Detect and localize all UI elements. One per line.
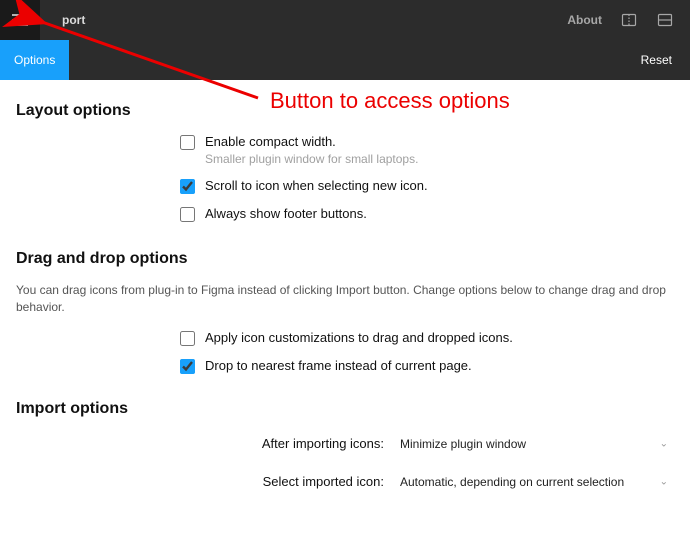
option-scroll-to-icon: Scroll to icon when selecting new icon. [16, 178, 674, 194]
option-label: Enable compact width. [205, 134, 418, 149]
select-label: Select imported icon: [16, 474, 396, 489]
hamburger-button[interactable] [0, 0, 40, 40]
layout-split-icon [621, 12, 637, 28]
content-area: Layout options Enable compact width. Sma… [0, 102, 690, 494]
section-title-import: Import options [16, 400, 674, 418]
checkbox-drop-nearest-frame[interactable] [180, 359, 195, 374]
select-row-after-import: After importing icons: Minimize plugin w… [16, 432, 674, 456]
option-drop-nearest-frame: Drop to nearest frame instead of current… [16, 358, 674, 374]
option-label: Always show footer buttons. [205, 206, 367, 221]
options-tab[interactable]: Options [0, 40, 69, 80]
compact-toggle-button[interactable] [656, 11, 674, 29]
layout-toggle-button[interactable] [620, 11, 638, 29]
select-after-import[interactable]: Minimize plugin window [396, 432, 674, 456]
hamburger-icon [12, 13, 28, 27]
checkbox-apply-customizations[interactable] [180, 331, 195, 346]
option-sublabel: Smaller plugin window for small laptops. [205, 152, 418, 166]
option-label: Scroll to icon when selecting new icon. [205, 178, 428, 193]
option-label: Apply icon customizations to drag and dr… [205, 330, 513, 345]
option-footer-buttons: Always show footer buttons. [16, 206, 674, 222]
section-title-layout: Layout options [16, 102, 674, 120]
option-label: Drop to nearest frame instead of current… [205, 358, 472, 373]
top-bar: port About [0, 0, 690, 40]
about-link[interactable]: About [567, 13, 602, 27]
layout-compact-icon [657, 12, 673, 28]
section-desc-drag: You can drag icons from plug-in to Figma… [16, 282, 674, 316]
select-label: After importing icons: [16, 436, 396, 451]
option-compact-width: Enable compact width. Smaller plugin win… [16, 134, 674, 166]
checkbox-scroll-to-icon[interactable] [180, 179, 195, 194]
options-bar: Options Reset [0, 40, 690, 80]
select-row-select-icon: Select imported icon: Automatic, dependi… [16, 470, 674, 494]
window-title: port [62, 13, 85, 27]
reset-button[interactable]: Reset [641, 40, 690, 80]
select-imported-icon[interactable]: Automatic, depending on current selectio… [396, 470, 674, 494]
checkbox-compact-width[interactable] [180, 135, 195, 150]
topbar-right: About [567, 11, 690, 29]
option-apply-customizations: Apply icon customizations to drag and dr… [16, 330, 674, 346]
section-title-drag: Drag and drop options [16, 250, 674, 268]
checkbox-footer-buttons[interactable] [180, 207, 195, 222]
